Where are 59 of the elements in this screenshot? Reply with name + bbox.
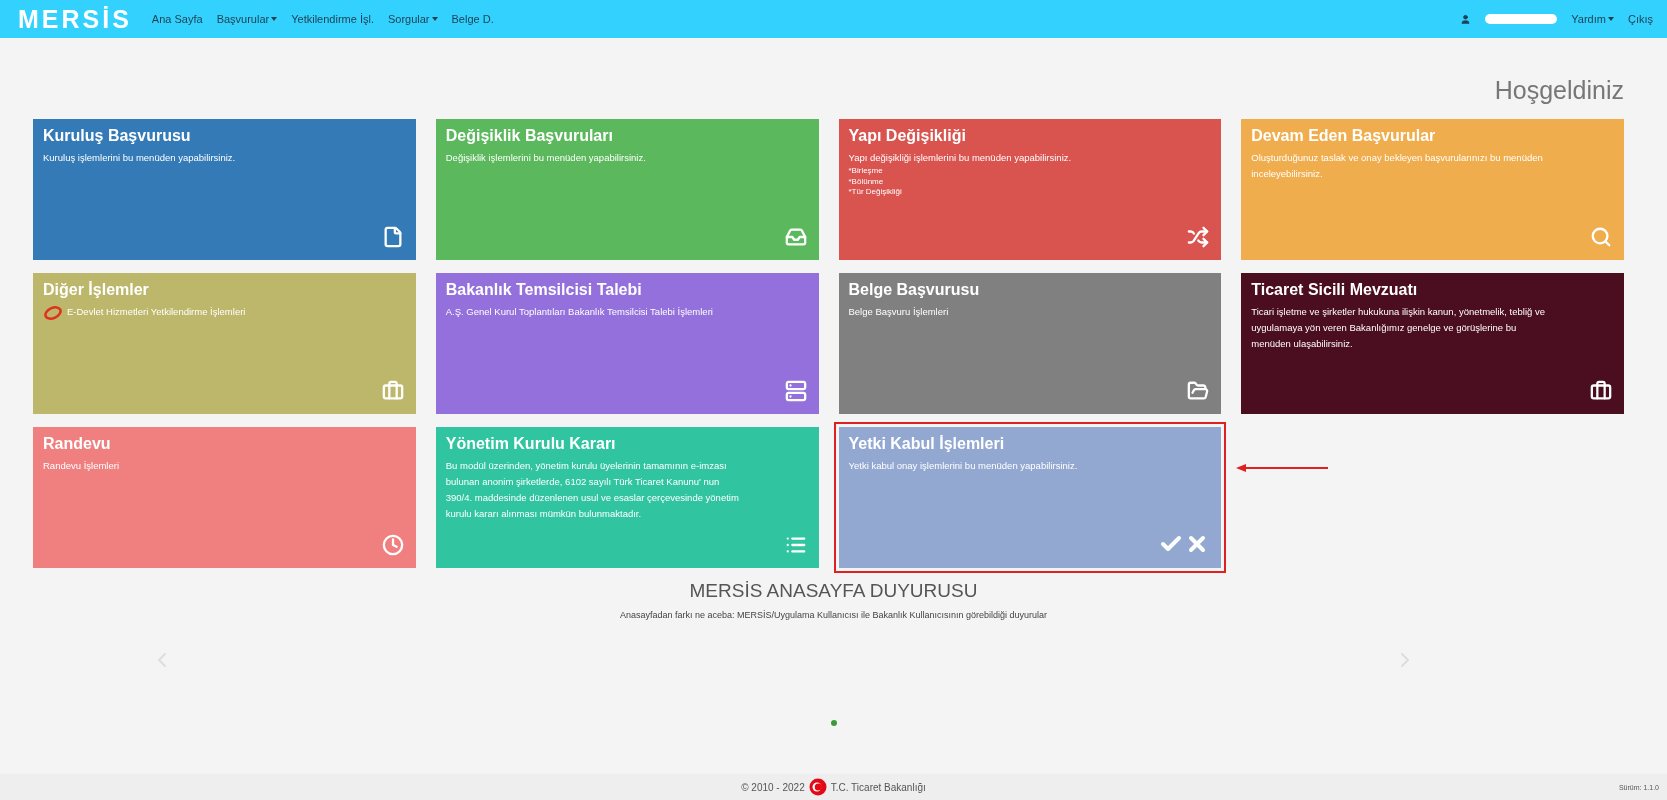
tile-description: Yapı değişikliği işlemlerini bu menüden yapabilirsiniz. bbox=[848, 151, 1072, 165]
search-icon bbox=[1590, 226, 1612, 248]
menu-tile[interactable] bbox=[435, 427, 819, 568]
nav-link[interactable]: Yardım bbox=[1571, 13, 1614, 25]
announcement-title: MERSİS ANASAYFA DUYURUSU bbox=[689, 580, 978, 602]
nav-link[interactable]: Belge D. bbox=[451, 13, 494, 25]
clock-icon bbox=[381, 534, 404, 556]
menu-tile[interactable]: Kuruluş Başvurusu Kuruluş işlemlerini bu menüden yapabilirsiniz. bbox=[33, 119, 416, 260]
user-icon bbox=[1460, 13, 1472, 25]
briefcase-icon bbox=[1590, 380, 1612, 402]
nav-link[interactable]: Başvurular bbox=[216, 13, 278, 25]
tile-note: *Tür Değişikliği bbox=[848, 186, 903, 198]
ministry-name: T.C. Ticaret Bakanlığı bbox=[830, 781, 926, 793]
folder-icon bbox=[1187, 380, 1210, 402]
briefcase-icon bbox=[381, 380, 404, 402]
welcome-heading: Hoşgeldiniz bbox=[1494, 76, 1624, 105]
shuffle-icon bbox=[1187, 226, 1210, 248]
tile-description: Bu modül üzerinden, yönetim kurulu üyelerinin tamamının e-imzası bulunan anonim şirketlerde, 6102 sayılı Türk Ticaret Kanunu' nun 390/4. maddesinde düzenlenen usul ve esaslar çerçevesinde yönetim kurulu kararı alınması mümkün bulunmaktadır. bbox=[445, 459, 740, 522]
nav-link[interactable]: Sorgular bbox=[387, 13, 438, 25]
tile-title: Bakanlık Temsilcisi Talebi bbox=[445, 281, 643, 299]
menu-tile[interactable]: Bakanlık Temsilcisi Talebi A.Ş. Genel Kurul Toplantıları Bakanlık Temsilcisi Talebi İşlemleri bbox=[435, 273, 819, 414]
menu-tile[interactable]: Değişiklik Başvuruları Değişiklik işlemlerini bu menüden yapabilirsiniz. bbox=[435, 119, 819, 260]
menu-tile[interactable]: Belge Başvurusu Belge Başvuru İşlemleri bbox=[838, 273, 1222, 414]
carousel-dot[interactable] bbox=[830, 720, 837, 726]
tile-title: Kuruluş Başvurusu bbox=[43, 127, 192, 145]
tile-description: Oluşturduğunuz taslak ve onay bekleyen başvurularınızı bu menüden inceleyebilirsiniz. bbox=[1251, 151, 1544, 182]
tile-description: Değişiklik işlemlerini bu menüden yapabilirsiniz. bbox=[445, 151, 646, 165]
tile-title: Devam Eden Başvurular bbox=[1251, 127, 1437, 145]
nav-link[interactable]: Ana Sayfa bbox=[151, 13, 203, 25]
tile-description: Kuruluş işlemlerini bu menüden yapabilirsiniz. bbox=[43, 151, 236, 165]
tile-title: Değişiklik Başvuruları bbox=[445, 127, 614, 145]
tile-description: Randevu İşlemleri bbox=[43, 459, 120, 473]
tile-title: Ticaret Sicili Mevzuatı bbox=[1251, 281, 1419, 299]
menu-tile[interactable]: Randevu Randevu İşlemleri bbox=[33, 427, 416, 568]
tile-description: A.Ş. Genel Kurul Toplantıları Bakanlık Temsilcisi Talebi İşlemleri bbox=[445, 305, 713, 319]
menu-tile[interactable]: Yetki Kabul İşlemleri Yetki kabul onay işlemlerini bu menüden yapabilirsiniz. bbox=[833, 422, 1227, 573]
tile-description: E-Devlet Hizmetleri Yetkilendirme İşlemleri bbox=[67, 305, 246, 319]
copyright: © 2010 - 2022 bbox=[741, 781, 805, 793]
menu-tile[interactable]: Yapı Değişikliği Yapı değişikliği işlemlerini bu menüden yapabilirsiniz. *Birleşme *Bölünme *Tür Değişikliği bbox=[838, 119, 1222, 260]
emblem-icon bbox=[808, 778, 827, 796]
tile-title: Diğer İşlemler bbox=[43, 281, 150, 299]
tile-description: Ticari işletme ve şirketler hukukuna ilişkin kanun, yönetmelik, tebliğ ve uygulamaya yön veren Bakanlığımız genelge ve görüşlerine bu menüden ulaşabilirsiniz. bbox=[1251, 305, 1546, 352]
tile-note: *Birleşme bbox=[848, 166, 884, 177]
server-icon bbox=[784, 380, 807, 402]
tile-description: Yetki kabul onay işlemlerini bu menüden yapabilirsiniz. bbox=[848, 459, 1078, 473]
tile-title: Yapı Değişikliği bbox=[848, 127, 967, 145]
announcement-text: Anasayfadan farkı ne aceba: MERSİS/Uygulama Kullanıcısı ile Bakanlık Kullanıcısının görebildiği duyurular bbox=[619, 610, 1048, 620]
inbox-icon bbox=[784, 226, 807, 248]
nav-link[interactable]: Çıkış bbox=[1627, 13, 1653, 25]
list-icon bbox=[784, 534, 807, 556]
menu-tile[interactable]: Ticaret Sicili Mevzuatı Ticari işletme ve şirketler hukukuna ilişkin kanun, yönetmelik, tebliğ ve uygulamaya yön veren Bakanlığımız genelge ve görüşlerine bu menüden ulaşabilirsiniz. bbox=[1241, 273, 1624, 414]
tile-title: Yetki Kabul İşlemleri bbox=[848, 435, 1006, 453]
tile-note: *Bölünme bbox=[848, 176, 885, 187]
tile-title: Yönetim Kurulu Kararı bbox=[445, 435, 617, 453]
e-logo-icon bbox=[43, 304, 63, 321]
nav-link[interactable]: Yetkilendirme İşl. bbox=[291, 13, 374, 25]
tile-description: Belge Başvuru İşlemleri bbox=[848, 305, 949, 319]
tile-title: Randevu bbox=[43, 435, 112, 453]
tile-title: Belge Başvurusu bbox=[848, 281, 981, 299]
